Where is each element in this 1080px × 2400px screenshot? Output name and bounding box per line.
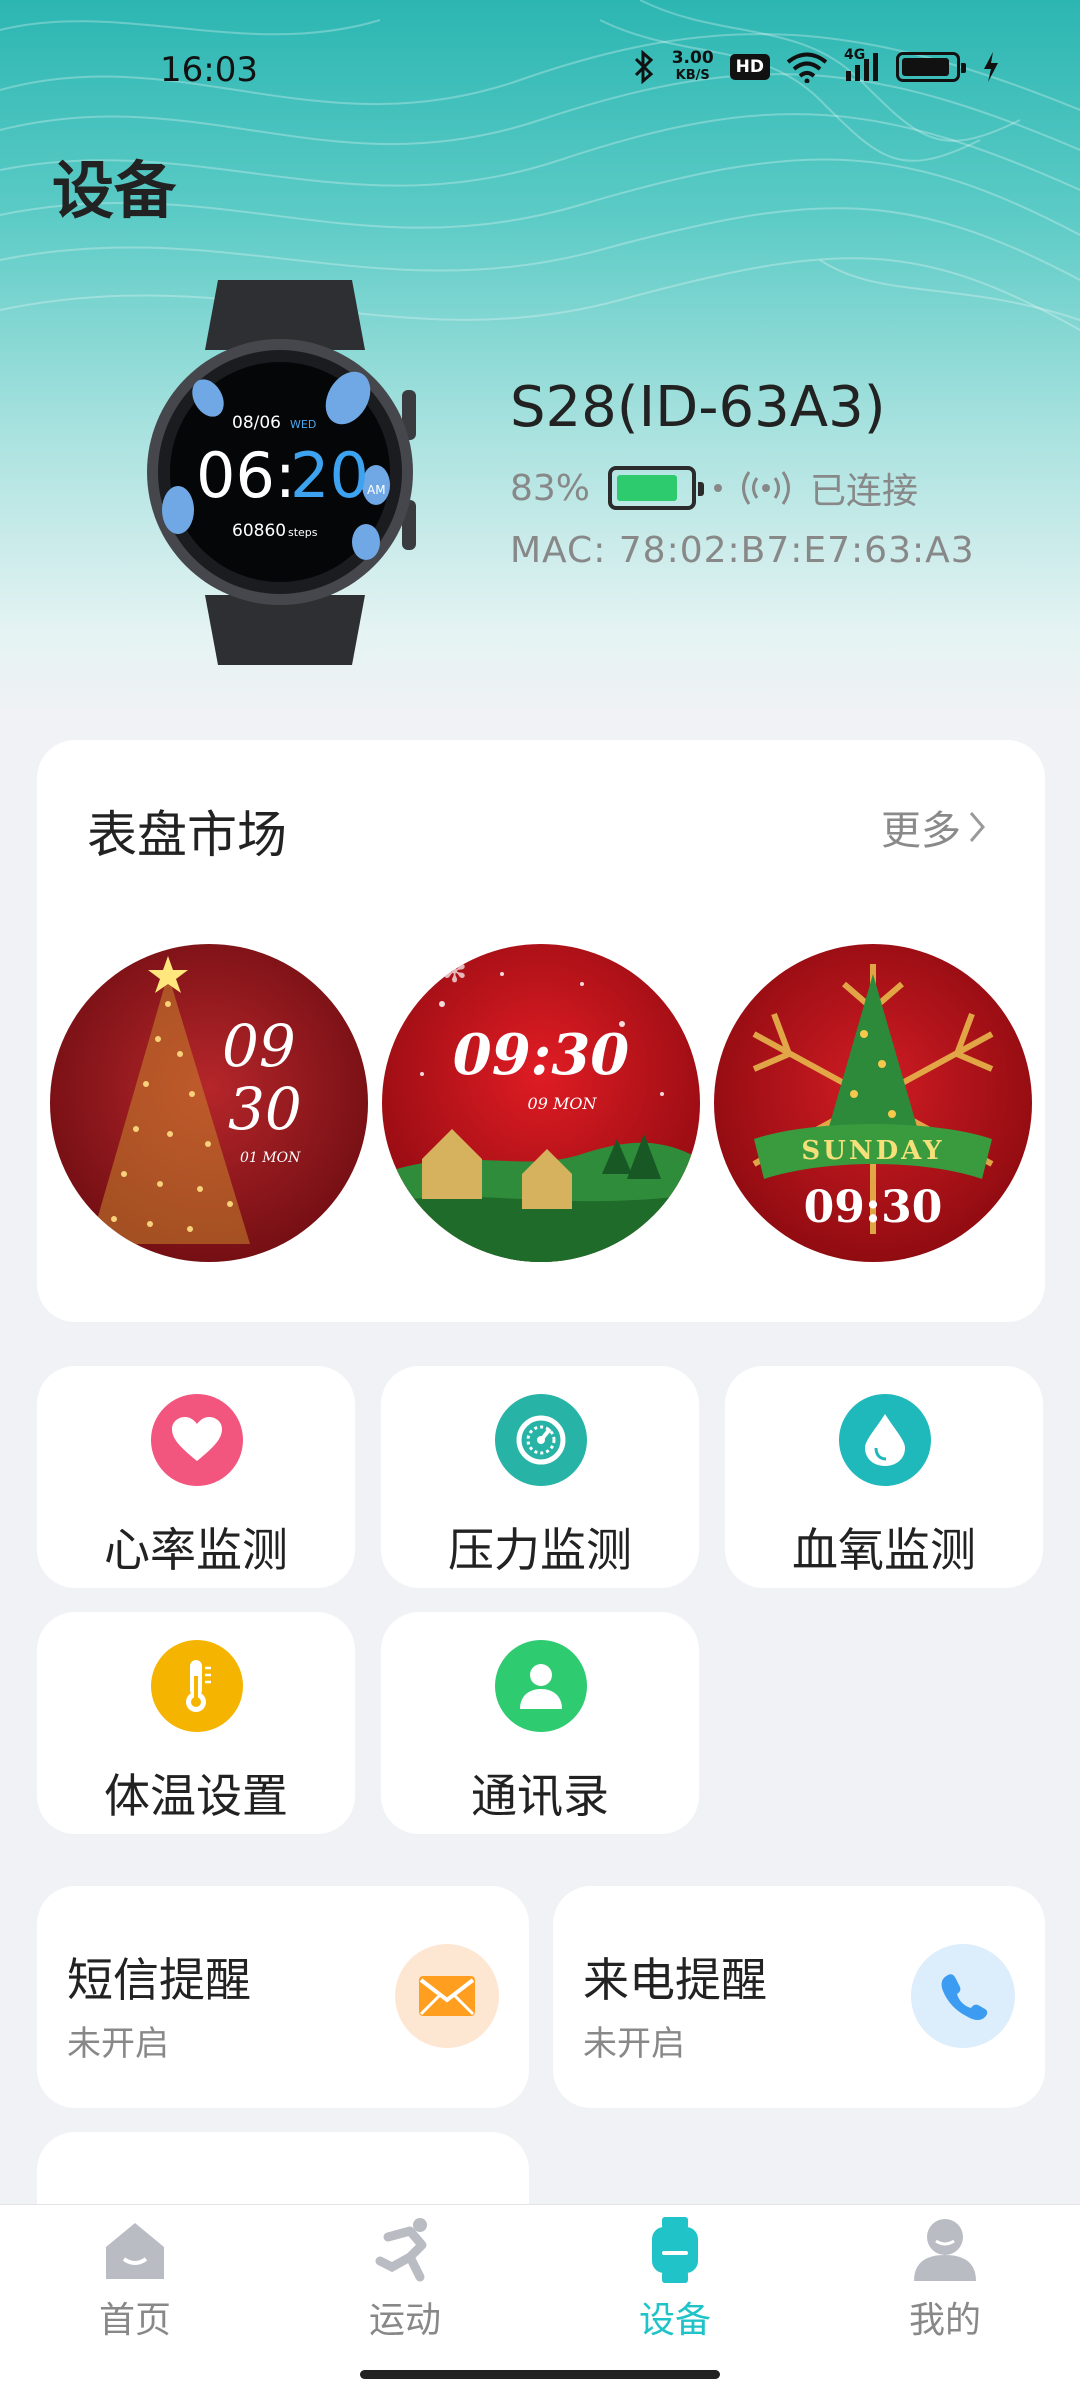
watch-ampm: AM	[367, 483, 386, 497]
device-battery-fill	[617, 475, 678, 501]
nav-label: 设备	[638, 2300, 711, 2341]
status-battery-fill	[902, 58, 949, 76]
page-title: 设备	[52, 154, 177, 227]
watch-minute: 20	[290, 439, 369, 512]
bluetooth-icon	[632, 50, 656, 84]
watch-weekday: WED	[290, 418, 316, 431]
nav-profile[interactable]: 我的	[810, 2205, 1080, 2400]
watch-icon	[652, 2217, 698, 2283]
nav-home[interactable]: 首页	[0, 2205, 270, 2400]
svg-text:✻: ✻	[442, 955, 467, 990]
status-battery-icon	[896, 52, 966, 82]
connected-signal-icon	[740, 468, 792, 508]
watch-hour: 06:	[196, 439, 296, 512]
feature-label: 压力监测	[448, 1523, 632, 1577]
watch-face-christmas-tree[interactable]: 09 30 01 MON	[50, 944, 368, 1262]
network-speed-value: 3.00	[671, 48, 714, 68]
face1-line1: 09	[222, 1012, 296, 1080]
device-battery-icon	[608, 466, 705, 510]
face2-date: 09 MON	[528, 1094, 598, 1113]
feature-temperature[interactable]: 体温设置	[37, 1612, 355, 1834]
reminder-title: 短信提醒	[67, 1953, 251, 2007]
reminder-title: 来电提醒	[583, 1953, 767, 2007]
device-name: S28(ID-63A3)	[510, 375, 886, 440]
mac-label: MAC:	[510, 530, 607, 571]
running-icon	[375, 2218, 427, 2282]
watch-face-market-card: 表盘市场 更多 09 30 01 MON ✻ 09:30 09 MON SUND…	[37, 740, 1045, 1322]
cell-signal-icon: 4G	[844, 47, 880, 83]
feature-label: 心率监测	[104, 1523, 288, 1577]
sms-reminder-card[interactable]: 短信提醒 未开启	[37, 1886, 529, 2108]
reminder-status: 未开启	[583, 2024, 685, 2064]
watch-face-christmas-village[interactable]: ✻ 09:30 09 MON	[382, 944, 700, 1262]
chevron-right-icon	[969, 812, 985, 842]
feature-label: 血氧监测	[792, 1523, 976, 1577]
status-icons: 3.00 KB/S HD 4G	[632, 47, 1000, 84]
feature-stress[interactable]: 压力监测	[381, 1366, 699, 1588]
device-status: 83% 已连接	[510, 462, 918, 514]
envelope-icon	[395, 1944, 499, 2048]
profile-icon	[914, 2219, 976, 2281]
network-speed: 3.00 KB/S	[672, 50, 714, 84]
home-icon	[106, 2223, 164, 2279]
call-reminder-card[interactable]: 来电提醒 未开启	[553, 1886, 1045, 2108]
feature-label: 体温设置	[104, 1769, 288, 1823]
watch-steps-unit: steps	[288, 526, 318, 539]
status-bar: 16:03 3.00 KB/S HD 4G	[0, 0, 1080, 140]
device-battery-percent: 83%	[510, 467, 591, 509]
face2-time: 09:30	[453, 1022, 630, 1088]
wifi-icon	[786, 51, 828, 83]
face1-line2: 30	[228, 1075, 302, 1143]
charging-icon	[982, 52, 1000, 82]
feature-contacts[interactable]: 通讯录	[381, 1612, 699, 1834]
more-link[interactable]: 更多	[881, 798, 987, 856]
device-mac: MAC: 78:02:B7:E7:63:A3	[510, 530, 975, 571]
nav-label: 运动	[368, 2300, 441, 2341]
nav-label: 我的	[908, 2300, 981, 2341]
status-time: 16:03	[160, 50, 258, 90]
feature-heart-rate[interactable]: 心率监测	[37, 1366, 355, 1588]
gauge-icon	[495, 1394, 587, 1486]
network-speed-unit: KB/S	[675, 68, 710, 83]
face3-banner: SUNDAY	[801, 1136, 944, 1166]
signal-type: 4G	[844, 47, 866, 63]
hd-badge: HD	[729, 54, 770, 80]
market-title: 表盘市场	[87, 806, 287, 864]
phone-icon	[911, 1944, 1015, 2048]
separator-dot	[714, 484, 723, 492]
heart-icon	[151, 1394, 243, 1486]
feature-label: 通讯录	[471, 1769, 609, 1823]
connection-status: 已连接	[810, 471, 919, 512]
watch-face-christmas-sunday[interactable]: SUNDAY 09:30	[714, 944, 1032, 1262]
feature-blood-oxygen[interactable]: 血氧监测	[725, 1366, 1043, 1588]
reminder-status: 未开启	[67, 2024, 169, 2064]
nav-label: 首页	[98, 2300, 171, 2341]
home-indicator[interactable]	[360, 2370, 720, 2379]
face3-time: 09:30	[804, 1182, 943, 1233]
watch-date: 08/06	[232, 413, 281, 433]
mac-address: 78:02:B7:E7:63:A3	[618, 530, 975, 571]
droplet-icon	[839, 1394, 931, 1486]
watch-steps: 60860	[232, 521, 286, 541]
thermometer-icon	[151, 1640, 243, 1732]
contact-icon	[495, 1640, 587, 1732]
face1-date: 01 MON	[240, 1150, 301, 1166]
watch-image[interactable]: 08/06 WED 06: 20 AM 60860 steps	[140, 280, 430, 665]
more-label: 更多	[881, 808, 961, 854]
